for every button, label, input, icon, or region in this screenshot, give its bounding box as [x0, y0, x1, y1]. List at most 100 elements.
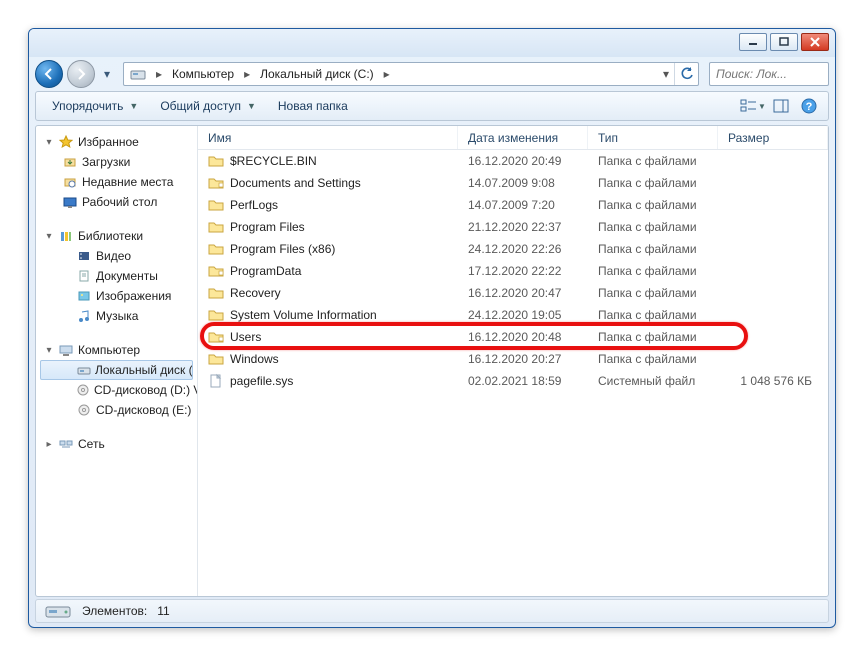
- file-date: 17.12.2020 22:22: [458, 264, 588, 278]
- folder-icon: [208, 197, 224, 213]
- address-dropdown-icon[interactable]: ▾: [658, 63, 674, 85]
- file-date: 16.12.2020 20:47: [458, 286, 588, 300]
- organize-button[interactable]: Упорядочить▼: [42, 95, 148, 117]
- file-date: 24.12.2020 22:26: [458, 242, 588, 256]
- file-icon: [208, 373, 224, 389]
- sidebar-item-label: Компьютер: [78, 343, 140, 357]
- search-input[interactable]: [714, 66, 836, 82]
- chevron-right-icon[interactable]: ▸: [380, 63, 394, 85]
- file-pane: Имя Дата изменения Тип Размер $RECYCLE.B…: [198, 126, 828, 596]
- close-button[interactable]: [801, 33, 829, 51]
- sidebar-libraries[interactable]: ▾ Библиотеки: [36, 226, 197, 246]
- column-size[interactable]: Размер: [718, 126, 828, 149]
- file-name: Program Files (x86): [230, 242, 335, 256]
- file-row[interactable]: pagefile.sys02.02.2021 18:59Системный фа…: [198, 370, 828, 392]
- address-bar[interactable]: ▸ Компьютер ▸ Локальный диск (C:) ▸ ▾: [123, 62, 699, 86]
- content-area: ▾ Избранное Загрузки Недавние места Ра: [35, 125, 829, 597]
- sidebar-item-music[interactable]: ▸ Музыка: [36, 306, 197, 326]
- forward-button[interactable]: [67, 60, 95, 88]
- file-date: 16.12.2020 20:48: [458, 330, 588, 344]
- chevron-right-icon[interactable]: ▸: [152, 63, 166, 85]
- maximize-button[interactable]: [770, 33, 798, 51]
- column-name[interactable]: Имя: [198, 126, 458, 149]
- collapse-icon[interactable]: ▾: [44, 137, 54, 148]
- column-date[interactable]: Дата изменения: [458, 126, 588, 149]
- arrow-left-icon: [42, 67, 56, 81]
- status-bar: Элементов: 11: [35, 599, 829, 623]
- folder-icon: [208, 285, 224, 301]
- recent-dropdown-icon[interactable]: ▾: [99, 66, 115, 82]
- column-type[interactable]: Тип: [588, 126, 718, 149]
- search-box[interactable]: [709, 62, 829, 86]
- sidebar-item-cd-d[interactable]: CD-дисковод (D:) Vi: [36, 380, 197, 400]
- view-mode-button[interactable]: ▼: [740, 95, 766, 117]
- folder-icon: [208, 153, 224, 169]
- file-row[interactable]: Windows16.12.2020 20:27Папка с файлами: [198, 348, 828, 370]
- disc-icon: [76, 402, 92, 418]
- sidebar-item-videos[interactable]: ▸ Видео: [36, 246, 197, 266]
- sidebar-item-label: Избранное: [78, 135, 139, 149]
- sidebar-favorites[interactable]: ▾ Избранное: [36, 132, 197, 152]
- breadcrumb-item-computer[interactable]: Компьютер: [166, 63, 240, 85]
- sidebar-network[interactable]: ▸ Сеть: [36, 434, 197, 454]
- sidebar-item-local-disk-c[interactable]: Локальный диск (C:): [40, 360, 193, 380]
- sidebar-item-label: Видео: [96, 249, 131, 263]
- file-date: 16.12.2020 20:49: [458, 154, 588, 168]
- recent-icon: [62, 174, 78, 190]
- file-type: Папка с файлами: [588, 308, 718, 322]
- music-icon: [76, 308, 92, 324]
- refresh-button[interactable]: [674, 63, 698, 85]
- status-elements-label: Элементов:: [82, 604, 147, 618]
- file-type: Папка с файлами: [588, 198, 718, 212]
- collapse-icon[interactable]: ▾: [44, 231, 54, 242]
- sidebar-item-label: CD-дисковод (E:): [96, 403, 191, 417]
- file-type: Папка с файлами: [588, 330, 718, 344]
- file-row[interactable]: PerfLogs14.07.2009 7:20Папка с файлами: [198, 194, 828, 216]
- preview-pane-button[interactable]: [768, 95, 794, 117]
- file-date: 24.12.2020 19:05: [458, 308, 588, 322]
- sidebar-item-downloads[interactable]: Загрузки: [36, 152, 197, 172]
- expand-icon[interactable]: ▸: [44, 439, 54, 450]
- minimize-button[interactable]: [739, 33, 767, 51]
- drive-icon: [128, 64, 148, 84]
- sidebar-item-label: Локальный диск (C:): [95, 363, 193, 377]
- sidebar-item-label: Документы: [96, 269, 158, 283]
- file-row[interactable]: Program Files (x86)24.12.2020 22:26Папка…: [198, 238, 828, 260]
- file-type: Папка с файлами: [588, 352, 718, 366]
- back-button[interactable]: [35, 60, 63, 88]
- file-row[interactable]: Recovery16.12.2020 20:47Папка с файлами: [198, 282, 828, 304]
- libraries-icon: [58, 228, 74, 244]
- chevron-right-icon[interactable]: ▸: [240, 63, 254, 85]
- file-size: 1 048 576 КБ: [718, 374, 828, 388]
- file-row[interactable]: $RECYCLE.BIN16.12.2020 20:49Папка с файл…: [198, 150, 828, 172]
- help-button[interactable]: ?: [796, 95, 822, 117]
- folder-icon: [208, 329, 224, 345]
- share-button[interactable]: Общий доступ▼: [150, 95, 266, 117]
- folder-icon: [208, 351, 224, 367]
- file-row[interactable]: Documents and Settings14.07.2009 9:08Пап…: [198, 172, 828, 194]
- file-name: $RECYCLE.BIN: [230, 154, 317, 168]
- sidebar-item-label: Библиотеки: [78, 229, 143, 243]
- sidebar-item-desktop[interactable]: Рабочий стол: [36, 192, 197, 212]
- sidebar-item-documents[interactable]: ▸ Документы: [36, 266, 197, 286]
- star-icon: [58, 134, 74, 150]
- new-folder-button[interactable]: Новая папка: [268, 95, 358, 117]
- video-icon: [76, 248, 92, 264]
- sidebar-item-cd-e[interactable]: CD-дисковод (E:): [36, 400, 197, 420]
- file-row[interactable]: Program Files21.12.2020 22:37Папка с фай…: [198, 216, 828, 238]
- file-name: Users: [230, 330, 261, 344]
- file-name: PerfLogs: [230, 198, 278, 212]
- file-row[interactable]: ProgramData17.12.2020 22:22Папка с файла…: [198, 260, 828, 282]
- sidebar-item-recent[interactable]: Недавние места: [36, 172, 197, 192]
- preview-pane-icon: [773, 99, 789, 113]
- sidebar-computer[interactable]: ▾ Компьютер: [36, 340, 197, 360]
- sidebar-item-pictures[interactable]: ▸ Изображения: [36, 286, 197, 306]
- sidebar: ▾ Избранное Загрузки Недавние места Ра: [36, 126, 198, 596]
- breadcrumb-item-drive[interactable]: Локальный диск (C:): [254, 63, 380, 85]
- collapse-icon[interactable]: ▾: [44, 345, 54, 356]
- explorer-window: ▾ ▸ Компьютер ▸ Локальный диск (C:) ▸ ▾: [28, 28, 836, 628]
- file-row[interactable]: Users 16.12.2020 20:48Папка с файлами: [198, 326, 828, 348]
- sidebar-item-label: Загрузки: [82, 155, 130, 169]
- computer-icon: [58, 342, 74, 358]
- file-row[interactable]: System Volume Information24.12.2020 19:0…: [198, 304, 828, 326]
